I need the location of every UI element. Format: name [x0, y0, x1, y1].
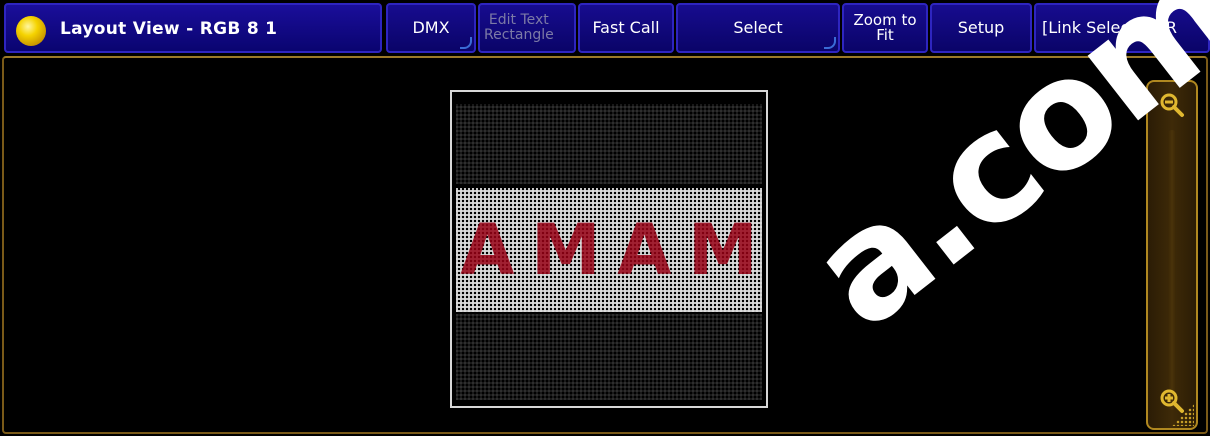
- matrix-letter: M: [688, 209, 758, 291]
- zoom-bar: [1146, 80, 1198, 430]
- zoom-out-button[interactable]: [1157, 90, 1187, 120]
- link-selected-label: [Link Selected: R: [1042, 18, 1178, 37]
- matrix-letter: A: [460, 209, 515, 291]
- zoom-in-icon: [1160, 389, 1184, 413]
- window-title: Layout View - RGB 8 1: [60, 19, 278, 39]
- window-title-bar: Layout View - RGB 8 1: [4, 3, 382, 53]
- zoom-to-fit-button[interactable]: Zoom to Fit: [842, 3, 928, 53]
- fast-call-label: Fast Call: [592, 18, 660, 37]
- dmx-button[interactable]: DMX: [386, 3, 476, 53]
- layout-view-area[interactable]: A M A M: [2, 56, 1208, 434]
- select-button[interactable]: Select: [676, 3, 840, 53]
- edit-text-rectangle-button[interactable]: Edit Text Rectangle: [478, 3, 576, 53]
- matrix-letter: A: [617, 209, 672, 291]
- link-selected-button[interactable]: [Link Selected: R: [1034, 3, 1210, 53]
- edit-text-rectangle-label: Edit Text Rectangle: [484, 12, 554, 43]
- zoom-slider-track[interactable]: [1168, 130, 1176, 410]
- bulb-icon: [16, 16, 46, 46]
- toolbar: Layout View - RGB 8 1 DMX Edit Text Rect…: [0, 0, 1210, 56]
- fast-call-button[interactable]: Fast Call: [578, 3, 674, 53]
- zoom-in-button[interactable]: [1157, 386, 1187, 416]
- corner-marker-icon: [460, 37, 472, 49]
- dmx-button-label: DMX: [412, 18, 450, 37]
- matrix-text: A M A M: [452, 188, 766, 312]
- setup-button[interactable]: Setup: [930, 3, 1032, 53]
- select-label: Select: [733, 18, 783, 37]
- zoom-to-fit-label: Zoom to Fit: [853, 11, 917, 44]
- corner-marker-icon: [824, 37, 836, 49]
- setup-label: Setup: [957, 18, 1005, 37]
- rgb-fixture-matrix[interactable]: A M A M: [450, 90, 768, 408]
- pixel-grid-top: [456, 104, 762, 184]
- zoom-out-icon: [1160, 93, 1184, 117]
- matrix-letter: M: [531, 209, 601, 291]
- pixel-grid-bottom: [456, 314, 762, 400]
